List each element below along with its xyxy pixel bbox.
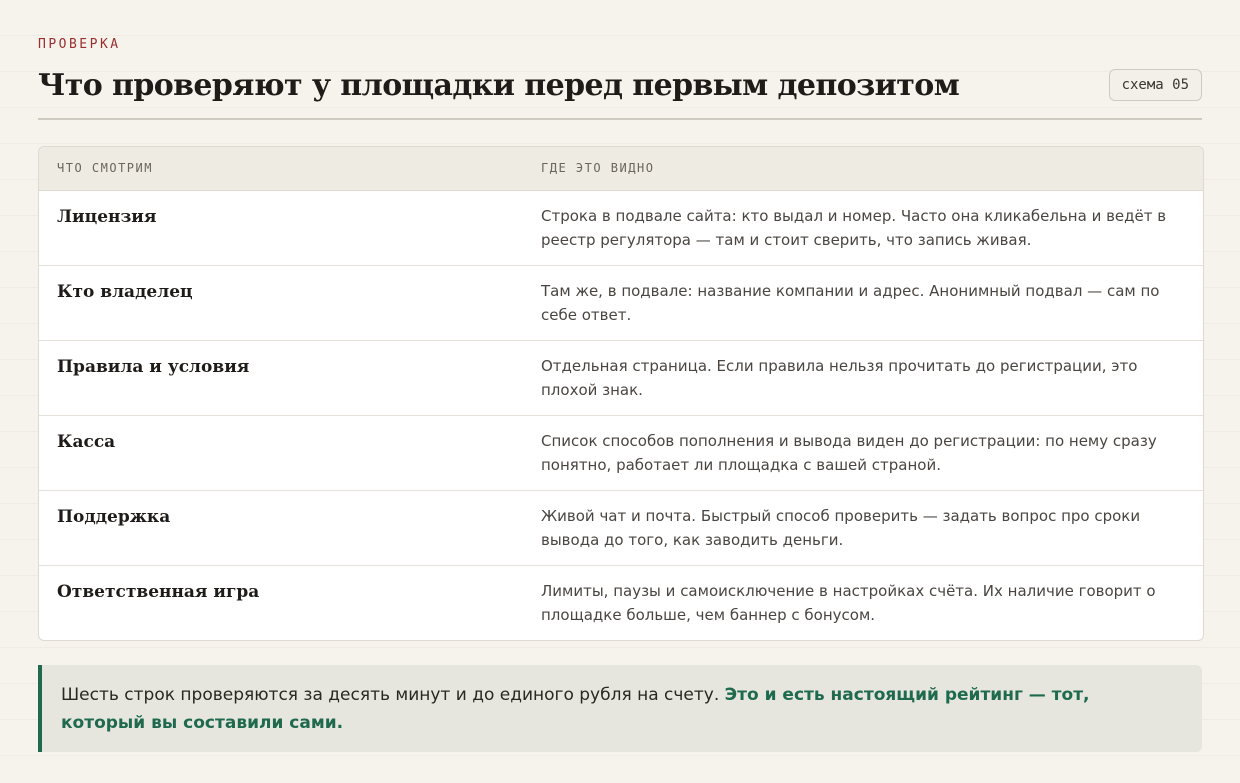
- callout-text: Шесть строк проверяются за десять минут …: [61, 685, 720, 705]
- row-value: Там же, в подвале: название компании и а…: [541, 282, 1160, 324]
- row-key: Поддержка: [57, 507, 171, 527]
- section-eyebrow: ПРОВЕРКА: [38, 37, 121, 52]
- row-value: Отдельная страница. Если правила нельзя …: [541, 357, 1138, 399]
- row-value: Список способов пополнения и вывода виде…: [541, 432, 1157, 474]
- table-row: Поддержка Живой чат и почта. Быстрый спо…: [39, 491, 1203, 566]
- summary-callout: Шесть строк проверяются за десять минут …: [38, 665, 1202, 752]
- table-row: Касса Список способов пополнения и вывод…: [39, 416, 1203, 491]
- page-title: Что проверяют у площадки перед первым де…: [38, 68, 960, 103]
- column-header-what: Что смотрим: [57, 161, 153, 175]
- row-key: Ответственная игра: [57, 582, 260, 602]
- checklist-section: ПРОВЕРКА Что проверяют у площадки перед …: [38, 36, 1204, 752]
- checklist-table: Что смотрим Где это видно Лицензия Строк…: [38, 146, 1204, 641]
- section-header: Что проверяют у площадки перед первым де…: [38, 54, 1202, 120]
- row-value: Строка в подвале сайта: кто выдал и номе…: [541, 207, 1167, 249]
- table-row: Кто владелец Там же, в подвале: название…: [39, 266, 1203, 341]
- row-key: Правила и условия: [57, 357, 250, 377]
- table-header: Что смотрим Где это видно: [39, 147, 1203, 191]
- row-value: Живой чат и почта. Быстрый способ провер…: [541, 507, 1141, 549]
- table-row: Ответственная игра Лимиты, паузы и самои…: [39, 566, 1203, 640]
- table-row: Правила и условия Отдельная страница. Ес…: [39, 341, 1203, 416]
- row-value: Лимиты, паузы и самоисключение в настрой…: [541, 582, 1156, 624]
- table-row: Лицензия Строка в подвале сайта: кто выд…: [39, 191, 1203, 266]
- row-key: Касса: [57, 432, 116, 452]
- column-header-where: Где это видно: [541, 161, 655, 175]
- row-key: Кто владелец: [57, 282, 193, 302]
- schema-badge: схема 05: [1108, 69, 1202, 101]
- row-key: Лицензия: [57, 207, 157, 227]
